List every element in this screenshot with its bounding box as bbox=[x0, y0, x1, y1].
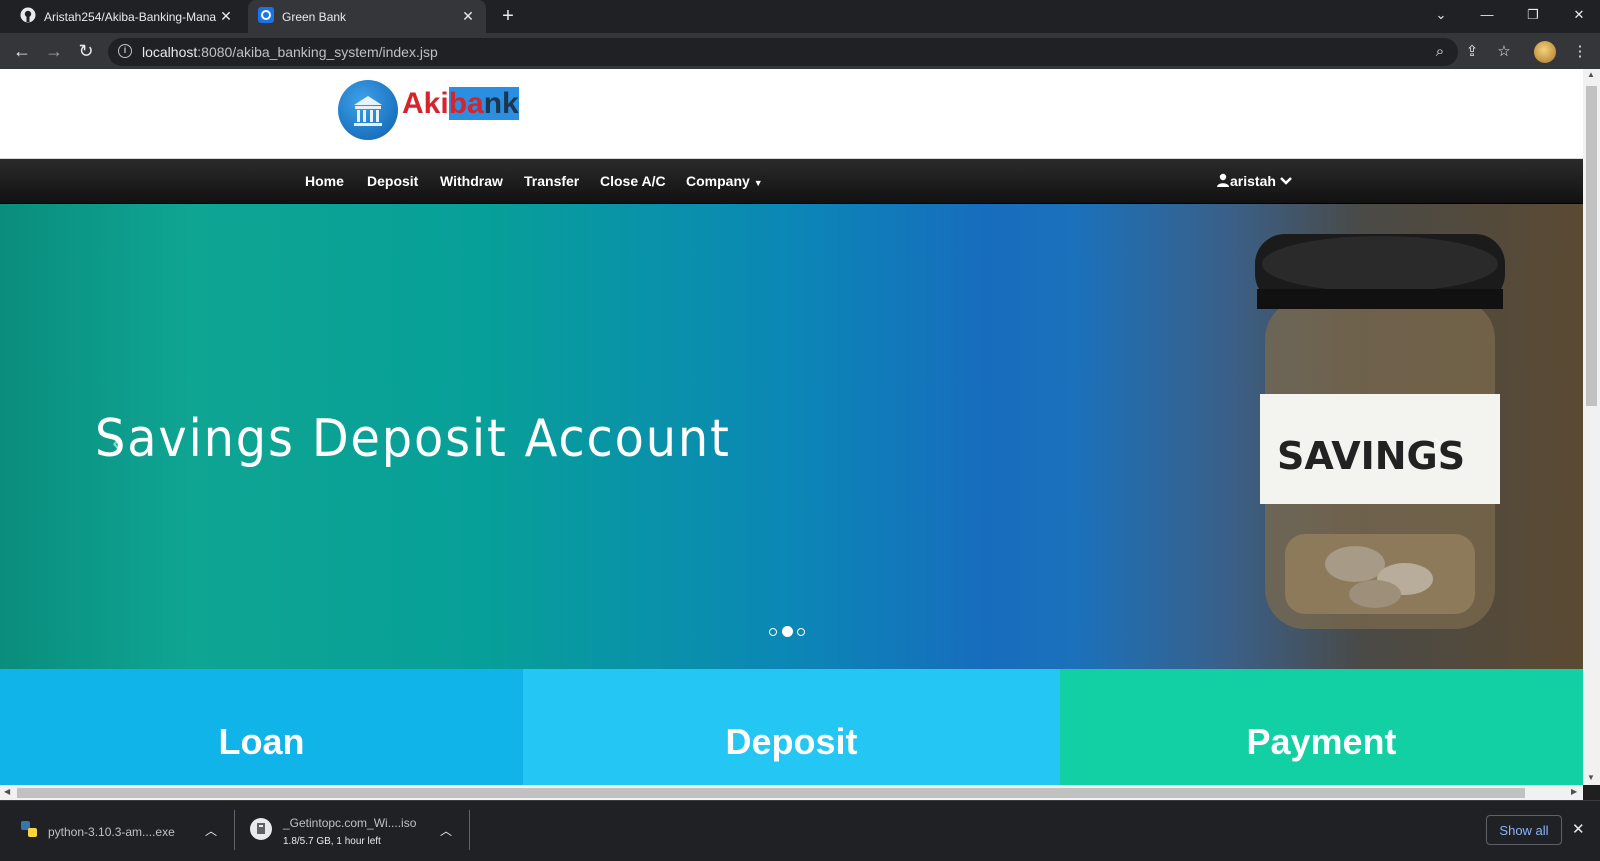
nav-transfer[interactable]: Transfer bbox=[524, 173, 579, 189]
chevron-up-icon[interactable]: ︿ bbox=[205, 822, 217, 839]
divider bbox=[234, 810, 235, 850]
nav-home[interactable]: Home bbox=[305, 173, 344, 189]
bank-logo-icon[interactable] bbox=[338, 80, 398, 140]
iso-file-icon bbox=[250, 818, 272, 840]
scroll-up-icon[interactable]: ▲ bbox=[1587, 70, 1595, 79]
tab-github[interactable]: Aristah254/Akiba-Banking-Mana ✕ bbox=[10, 0, 244, 33]
user-icon bbox=[1217, 173, 1229, 187]
download-item-name[interactable]: python-3.10.3-am....exe bbox=[48, 825, 175, 839]
download-progress-text: 1.8/5.7 GB, 1 hour left bbox=[283, 836, 381, 847]
caret-down-icon: ▼ bbox=[753, 178, 763, 188]
zoom-icon[interactable]: ⌕ bbox=[1428, 40, 1452, 64]
card-loan[interactable]: Loan bbox=[0, 669, 523, 785]
download-shelf bbox=[0, 800, 1600, 861]
scroll-down-icon[interactable]: ▼ bbox=[1587, 773, 1595, 782]
user-menu[interactable]: aristah bbox=[1216, 173, 1292, 189]
divider bbox=[469, 810, 470, 850]
card-payment[interactable]: Payment bbox=[1060, 669, 1583, 785]
carousel-indicator[interactable] bbox=[797, 628, 805, 636]
tab-title: Green Bank bbox=[282, 9, 347, 24]
service-cards: Loan Deposit Payment bbox=[0, 669, 1583, 785]
horizontal-scroll-thumb[interactable] bbox=[17, 788, 1525, 798]
back-arrow-icon[interactable]: ← bbox=[8, 38, 36, 66]
show-all-downloads-button[interactable]: Show all bbox=[1486, 815, 1562, 845]
download-item-name[interactable]: _Getintopc.com_Wi....iso bbox=[283, 816, 416, 830]
bank-logo-text[interactable]: Akibank bbox=[402, 87, 519, 121]
site-favicon-icon bbox=[258, 7, 274, 26]
scroll-right-icon[interactable]: ▶ bbox=[1571, 787, 1577, 796]
reload-icon[interactable]: ↻ bbox=[72, 38, 100, 66]
carousel-indicator[interactable] bbox=[769, 628, 777, 636]
nav-company-dropdown[interactable]: Company ▼ bbox=[686, 173, 763, 189]
python-file-icon bbox=[20, 820, 38, 838]
hero-carousel: SAVINGS Savings Deposit Account ‹ › bbox=[0, 204, 1583, 669]
tab-green-bank[interactable]: Green Bank ✕ bbox=[248, 0, 486, 33]
scroll-left-icon[interactable]: ◀ bbox=[4, 787, 10, 796]
minimize-button[interactable]: — bbox=[1464, 0, 1510, 33]
chevron-up-icon[interactable]: ︿ bbox=[440, 822, 452, 839]
menu-kebab-icon[interactable]: ⋮ bbox=[1568, 40, 1592, 64]
share-icon[interactable]: ⇪ bbox=[1460, 40, 1484, 64]
site-header: Akibank bbox=[0, 69, 1583, 159]
close-tab-icon[interactable]: ✕ bbox=[460, 8, 476, 25]
forward-arrow-icon[interactable]: → bbox=[40, 38, 68, 66]
page-viewport: Akibank Home Deposit Withdraw Transfer C… bbox=[0, 69, 1583, 785]
nav-withdraw[interactable]: Withdraw bbox=[440, 173, 503, 189]
nav-close-ac[interactable]: Close A/C bbox=[600, 173, 666, 189]
tab-title: Aristah254/Akiba-Banking-Mana bbox=[44, 9, 217, 24]
window-close-button[interactable]: ✕ bbox=[1556, 0, 1600, 33]
main-navbar: Home Deposit Withdraw Transfer Close A/C… bbox=[0, 159, 1583, 204]
url-text[interactable]: localhost:8080/akiba_banking_system/inde… bbox=[142, 44, 438, 60]
card-deposit[interactable]: Deposit bbox=[523, 669, 1060, 785]
profile-avatar[interactable] bbox=[1534, 41, 1556, 63]
github-icon bbox=[20, 7, 36, 26]
nav-deposit[interactable]: Deposit bbox=[367, 173, 418, 189]
carousel-next-icon[interactable]: › bbox=[1432, 426, 1442, 460]
carousel-indicator-active[interactable] bbox=[782, 626, 793, 637]
savings-jar-image: SAVINGS bbox=[1255, 234, 1505, 629]
restore-button[interactable]: ❐ bbox=[1510, 0, 1556, 33]
close-shelf-icon[interactable]: ✕ bbox=[1572, 820, 1585, 838]
info-icon[interactable]: i bbox=[118, 44, 132, 58]
vertical-scroll-thumb[interactable] bbox=[1586, 86, 1597, 406]
bookmark-star-icon[interactable]: ☆ bbox=[1492, 40, 1516, 64]
tab-search-icon[interactable]: ⌄ bbox=[1418, 0, 1464, 33]
hero-caption: Savings Deposit Account bbox=[95, 409, 731, 469]
chevron-down-icon bbox=[1279, 177, 1292, 185]
new-tab-button[interactable]: + bbox=[496, 5, 520, 29]
close-tab-icon[interactable]: ✕ bbox=[218, 8, 234, 25]
carousel-prev-icon[interactable]: ‹ bbox=[112, 426, 122, 460]
